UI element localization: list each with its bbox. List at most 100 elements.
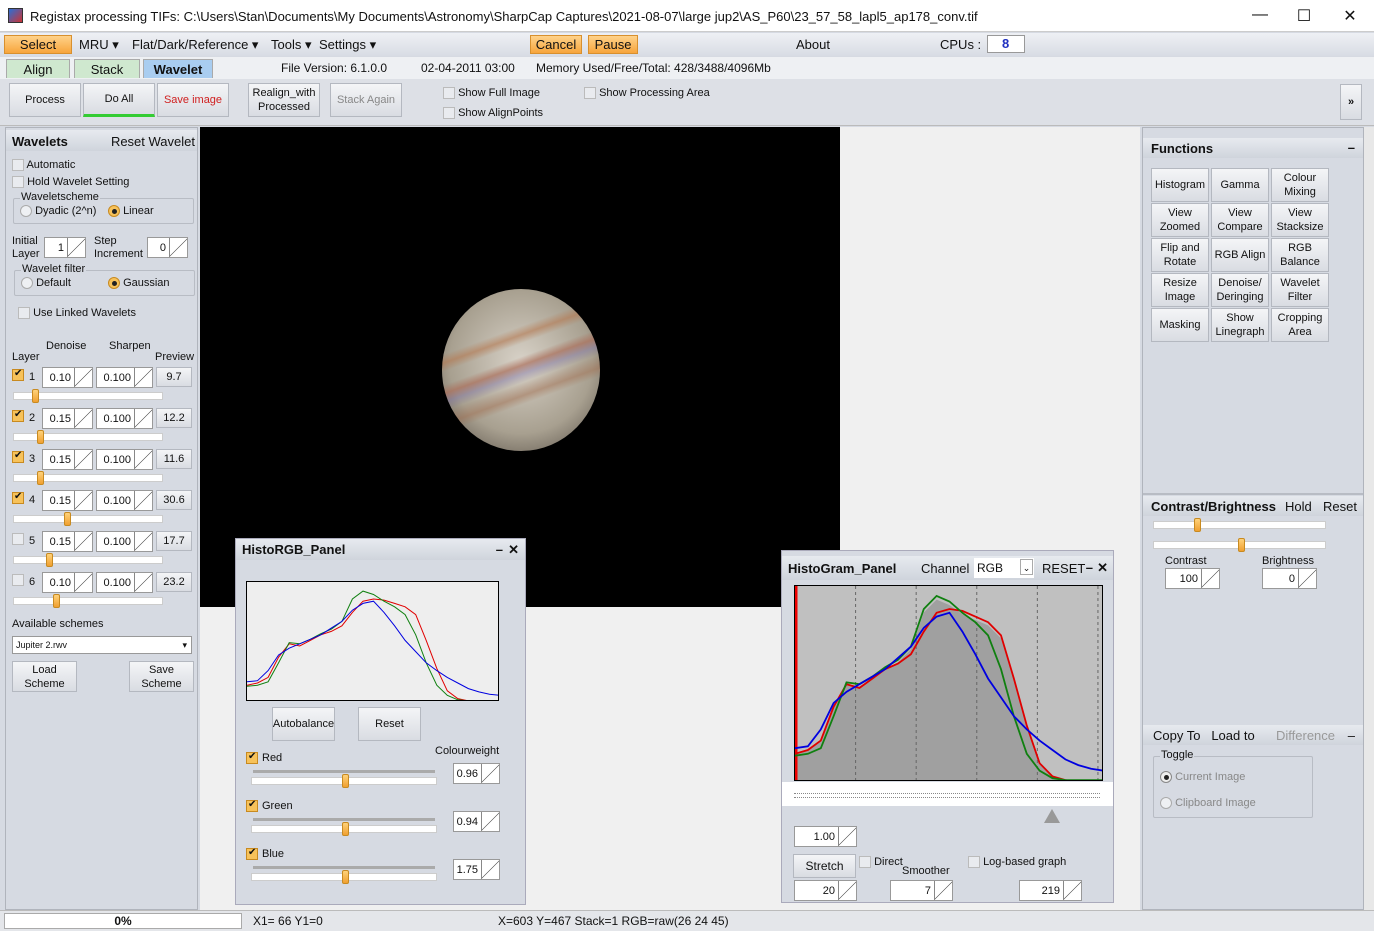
layer-slider[interactable]	[13, 471, 163, 485]
close-button[interactable]: ✕	[1330, 6, 1370, 26]
stretch-spinner[interactable]: 20	[794, 880, 857, 901]
green-weight[interactable]: 0.94	[453, 811, 500, 832]
histogram-range-slider[interactable]	[782, 782, 1113, 806]
green-slider[interactable]	[251, 822, 437, 836]
layer-preview-button[interactable]: 30.6	[156, 490, 192, 510]
default-radio[interactable]: Default	[21, 277, 71, 290]
spinner-arrows-icon[interactable]	[1063, 881, 1081, 900]
layer-slider[interactable]	[13, 512, 163, 526]
automatic-checkbox[interactable]: Automatic	[12, 159, 75, 172]
minimize-button[interactable]: –	[496, 542, 503, 557]
show-processing-area-checkbox[interactable]: Show Processing Area	[584, 87, 710, 100]
slider-thumb[interactable]	[342, 870, 349, 884]
right-scrollbar[interactable]	[1364, 127, 1374, 910]
load-to-button[interactable]: Load to	[1211, 728, 1254, 743]
stack-again-button[interactable]: Stack Again	[330, 83, 402, 117]
expand-panel-button[interactable]: »	[1340, 84, 1362, 120]
layer-preview-button[interactable]: 17.7	[156, 531, 192, 551]
close-button[interactable]: ✕	[1097, 560, 1108, 576]
smoother-spinner[interactable]: 7	[890, 880, 953, 901]
cancel-button[interactable]: Cancel	[530, 35, 582, 54]
layer-denoise[interactable]: 0.15	[42, 531, 93, 552]
tools-menu[interactable]: Tools ▾	[267, 36, 316, 54]
spinner-arrows-icon[interactable]	[481, 764, 499, 783]
spinner-arrows-icon[interactable]	[838, 881, 856, 900]
function-button-view-zoomed[interactable]: View Zoomed	[1151, 203, 1209, 237]
scheme-dropdown[interactable]: Jupiter 2.rwv ▾	[12, 636, 192, 654]
spinner-arrows-icon[interactable]	[134, 409, 152, 428]
green-checkbox[interactable]: Green	[246, 799, 293, 813]
spinner-arrows-icon[interactable]	[1201, 569, 1219, 588]
direct-checkbox[interactable]: Direct	[859, 856, 903, 869]
spinner-arrows-icon[interactable]	[74, 450, 92, 469]
current-image-radio[interactable]: Current Image	[1160, 771, 1245, 784]
spinner-arrows-icon[interactable]	[169, 238, 187, 257]
blue-checkbox[interactable]: Blue	[246, 847, 284, 861]
gaussian-radio[interactable]: Gaussian	[108, 277, 170, 290]
spinner-arrows-icon[interactable]	[1298, 569, 1316, 588]
realign-button[interactable]: Realign_with Processed	[248, 83, 320, 117]
hold-button[interactable]: Hold	[1285, 499, 1312, 514]
contrast-spinner[interactable]: 100	[1165, 568, 1220, 589]
slider-thumb[interactable]	[1237, 538, 1245, 552]
copy-to-button[interactable]: Copy To	[1153, 728, 1200, 743]
spinner-arrows-icon[interactable]	[481, 812, 499, 831]
blue-weight[interactable]: 1.75	[453, 859, 500, 880]
slider-thumb[interactable]	[342, 822, 349, 836]
histogram-reset-button[interactable]: RESET	[1042, 561, 1085, 576]
red-slider[interactable]	[251, 774, 437, 788]
function-button-resize-image[interactable]: Resize Image	[1151, 273, 1209, 307]
layer-denoise[interactable]: 0.10	[42, 367, 93, 388]
layer-sharpen[interactable]: 0.100	[96, 572, 153, 593]
layer-slider[interactable]	[13, 594, 163, 608]
layer-preview-button[interactable]: 11.6	[156, 449, 192, 469]
tab-align[interactable]: Align	[6, 59, 70, 78]
spinner-arrows-icon[interactable]	[134, 368, 152, 387]
do-all-button[interactable]: Do All	[83, 83, 155, 117]
function-button-view-compare[interactable]: View Compare	[1211, 203, 1269, 237]
flat-dark-reference-menu[interactable]: Flat/Dark/Reference ▾	[128, 36, 262, 54]
layer-denoise[interactable]: 0.10	[42, 572, 93, 593]
spinner-arrows-icon[interactable]	[74, 368, 92, 387]
slider-thumb[interactable]	[63, 512, 71, 526]
function-button-show-linegraph[interactable]: Show Linegraph	[1211, 308, 1269, 342]
gamma-spinner[interactable]: 1.00	[794, 826, 857, 847]
log-graph-checkbox[interactable]: Log-based graph	[968, 856, 1066, 869]
layer-checkbox[interactable]	[12, 409, 24, 423]
histogram-graph[interactable]	[794, 585, 1103, 781]
linked-wavelets-checkbox[interactable]: Use Linked Wavelets	[18, 307, 136, 320]
layer-sharpen[interactable]: 0.100	[96, 531, 153, 552]
copy-collapse-button[interactable]: –	[1348, 728, 1355, 743]
spinner-arrows-icon[interactable]	[134, 450, 152, 469]
red-weight[interactable]: 0.96	[453, 763, 500, 784]
spinner-arrows-icon[interactable]	[67, 238, 85, 257]
layer-denoise[interactable]: 0.15	[42, 408, 93, 429]
slider-thumb[interactable]	[45, 553, 53, 567]
tab-wavelet[interactable]: Wavelet	[143, 59, 213, 78]
reset-button[interactable]: Reset	[358, 707, 421, 741]
function-button-rgb-balance[interactable]: RGB Balance	[1271, 238, 1329, 272]
layer-sharpen[interactable]: 0.100	[96, 367, 153, 388]
tab-stack[interactable]: Stack	[74, 59, 140, 78]
functions-collapse-button[interactable]: –	[1348, 140, 1355, 155]
spinner-arrows-icon[interactable]	[74, 532, 92, 551]
settings-menu[interactable]: Settings ▾	[315, 36, 380, 54]
layer-sharpen[interactable]: 0.100	[96, 408, 153, 429]
hold-wavelet-checkbox[interactable]: Hold Wavelet Setting	[12, 176, 129, 189]
layer-sharpen[interactable]: 0.100	[96, 490, 153, 511]
layer-preview-button[interactable]: 12.2	[156, 408, 192, 428]
layer-slider[interactable]	[13, 430, 163, 444]
function-button-masking[interactable]: Masking	[1151, 308, 1209, 342]
blue-slider[interactable]	[251, 870, 437, 884]
spinner-arrows-icon[interactable]	[934, 881, 952, 900]
function-button-gamma[interactable]: Gamma	[1211, 168, 1269, 202]
about-menu[interactable]: About	[792, 36, 834, 53]
layer-checkbox[interactable]	[12, 368, 24, 382]
brightness-slider[interactable]	[1153, 538, 1326, 552]
slider-thumb[interactable]	[36, 430, 44, 444]
close-button[interactable]: ✕	[508, 542, 519, 558]
layer-checkbox[interactable]	[12, 533, 24, 546]
save-image-button[interactable]: Save image	[157, 83, 229, 117]
minimize-button[interactable]: —	[1240, 6, 1280, 24]
spinner-arrows-icon[interactable]	[481, 860, 499, 879]
